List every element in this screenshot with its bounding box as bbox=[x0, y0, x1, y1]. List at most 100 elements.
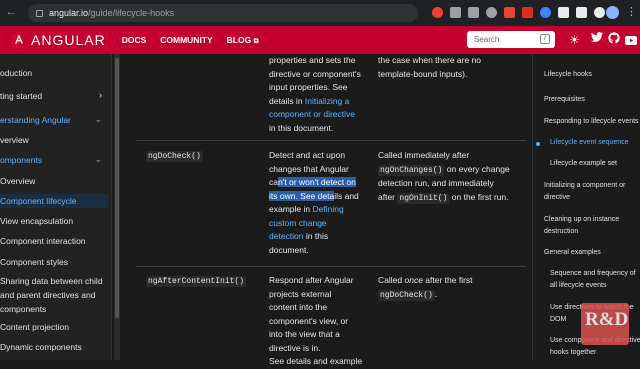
sidebar-item[interactable]: oduction bbox=[0, 68, 108, 78]
chevron-down-icon[interactable]: ⌄ bbox=[94, 114, 102, 125]
timing-text: Called bbox=[378, 275, 403, 285]
purpose-line: directive or component's bbox=[269, 68, 361, 79]
toc-item[interactable]: Prerequisites bbox=[544, 94, 640, 106]
nav-docs[interactable]: DOCS bbox=[122, 35, 147, 46]
toc-item[interactable]: Initializing a component or bbox=[544, 180, 640, 192]
nav-blog[interactable]: BLOG ⧉ bbox=[227, 35, 259, 46]
extension-icon[interactable] bbox=[540, 7, 551, 18]
extension-icon[interactable] bbox=[468, 7, 479, 18]
timing-text: on every change bbox=[446, 163, 510, 174]
extension-icon[interactable] bbox=[522, 7, 533, 18]
purpose-line: into the view that a bbox=[269, 329, 340, 339]
sidebar-item[interactable]: Sharing data between child bbox=[0, 276, 108, 286]
row2-purpose-cell: Respond after Angular projects external co… bbox=[269, 274, 381, 369]
github-icon[interactable] bbox=[608, 32, 620, 47]
scrollbar-thumb[interactable] bbox=[115, 58, 119, 318]
toc-item[interactable]: destruction bbox=[544, 226, 640, 238]
timing-text: after the first bbox=[425, 275, 473, 285]
youtube-icon[interactable] bbox=[625, 34, 637, 48]
purpose-line: component's view, or bbox=[269, 315, 349, 326]
timing-line: the case when there are no bbox=[378, 55, 482, 65]
purpose-text: in this bbox=[305, 231, 329, 241]
sidebar-item[interactable]: ting started › bbox=[0, 90, 108, 101]
extension-icon[interactable] bbox=[594, 7, 605, 18]
code-ngoninit: ngOnInit() bbox=[397, 192, 450, 204]
sidebar-item[interactable]: erstanding Angular ⌄ bbox=[0, 114, 108, 125]
sidebar-item[interactable]: components bbox=[0, 304, 108, 314]
menu-kebab-icon[interactable]: ⋮ bbox=[626, 5, 637, 18]
sidebar-item[interactable]: and parent directives and bbox=[0, 290, 108, 300]
table-row-divider bbox=[136, 140, 526, 141]
side-nav: oduction ting started › erstanding Angular ⌄… bbox=[0, 54, 112, 360]
initializing-link[interactable]: component or directive bbox=[269, 108, 379, 122]
lock-icon bbox=[36, 9, 43, 17]
hook-name-cell: ngAfterContentInit() bbox=[146, 274, 247, 289]
sidebar-item[interactable]: Component styles bbox=[0, 257, 108, 267]
sidebar-item-label: Content projection bbox=[0, 322, 69, 332]
content-area: properties and sets the directive or comp… bbox=[120, 54, 530, 366]
sidebar-item[interactable]: Component interaction bbox=[0, 236, 108, 246]
sidebar-item[interactable]: View encapsulation bbox=[0, 216, 108, 226]
timing-text: on the first run. bbox=[451, 191, 509, 202]
profile-avatar[interactable] bbox=[606, 6, 619, 19]
toc-item[interactable]: Sequence and frequency of bbox=[550, 268, 640, 280]
sidebar-item[interactable]: verview bbox=[0, 135, 108, 145]
extension-icon[interactable] bbox=[504, 7, 515, 18]
top-nav: DOCS COMMUNITY BLOG ⧉ bbox=[122, 35, 259, 46]
sidebar-item[interactable]: Overview bbox=[0, 176, 108, 186]
toc-item[interactable]: Lifecycle example set bbox=[550, 158, 640, 170]
extension-icon[interactable] bbox=[486, 7, 497, 18]
defining-custom-change-detection-link[interactable]: detection bbox=[269, 231, 304, 241]
toc-item[interactable]: all lifecycle events bbox=[550, 280, 640, 292]
search-input[interactable]: Search / bbox=[467, 31, 555, 48]
sidebar-item-label: Sharing data between child bbox=[0, 276, 103, 286]
timing-emphasis: once bbox=[404, 275, 423, 285]
purpose-line: projects external bbox=[269, 288, 332, 299]
extensions-bar bbox=[432, 7, 605, 18]
twitter-icon[interactable] bbox=[591, 32, 603, 46]
toc-item[interactable]: hooks together bbox=[550, 347, 640, 359]
brand-name[interactable]: ANGULAR bbox=[31, 32, 106, 48]
sidebar-item[interactable]: Component lifecycle bbox=[0, 194, 108, 208]
toc-item[interactable]: Responding to lifecycle events bbox=[544, 116, 640, 128]
extension-icon[interactable] bbox=[576, 7, 587, 18]
toc-item[interactable]: Cleaning up on instance bbox=[544, 214, 640, 226]
nav-community[interactable]: COMMUNITY bbox=[160, 35, 212, 46]
selected-text[interactable]: its own. See deta bbox=[269, 190, 335, 201]
chevron-right-icon[interactable]: › bbox=[99, 90, 102, 100]
chevron-down-icon[interactable]: ⌄ bbox=[94, 154, 102, 165]
extension-icon[interactable] bbox=[450, 7, 461, 18]
extension-icon[interactable] bbox=[432, 7, 443, 18]
initializing-link[interactable]: Initializing a bbox=[305, 96, 349, 106]
address-bar[interactable]: angular.io /guide/lifecycle-hooks bbox=[28, 4, 418, 22]
sidebar-item[interactable]: Dynamic components bbox=[0, 342, 108, 352]
back-arrow-icon[interactable]: ← bbox=[4, 6, 18, 18]
toc-item[interactable]: directive bbox=[544, 192, 640, 204]
search-shortcut-key: / bbox=[540, 34, 550, 44]
row0-timing-cell: the case when there are no template-bound… bbox=[378, 54, 518, 81]
hook-ngdocheck: ngDoCheck() bbox=[146, 151, 203, 162]
theme-toggle-icon[interactable]: ☀ bbox=[569, 33, 580, 47]
toc-item[interactable]: General examples bbox=[544, 247, 640, 259]
sidebar-item-label: Dynamic components bbox=[0, 342, 82, 352]
angular-logo-icon[interactable] bbox=[12, 32, 26, 48]
site-header: ANGULAR DOCS COMMUNITY BLOG ⧉ Search / ☀ bbox=[0, 26, 640, 54]
selected-text[interactable]: n't or won't detect on bbox=[277, 177, 356, 187]
purpose-text: ils and bbox=[334, 190, 359, 201]
extension-icon[interactable] bbox=[558, 7, 569, 18]
timing-text: after bbox=[378, 191, 396, 202]
sidebar-item-label: erstanding Angular bbox=[0, 115, 71, 125]
purpose-line: detection in this bbox=[269, 230, 381, 244]
watermark-text: R&D bbox=[585, 309, 629, 330]
toc-item[interactable]: Lifecycle event sequence bbox=[550, 137, 640, 149]
code-ngdocheck: ngDoCheck() bbox=[378, 289, 435, 301]
timing-line: detection run, and immediately bbox=[378, 178, 494, 188]
sidebar-item-label: ting started bbox=[0, 91, 43, 101]
toc-item[interactable]: Lifecycle hooks bbox=[544, 69, 640, 81]
watermark-logo: R&D bbox=[581, 303, 629, 345]
defining-custom-change-detection-link[interactable]: Defining bbox=[312, 204, 343, 214]
defining-custom-change-detection-link[interactable]: custom change bbox=[269, 217, 381, 231]
sidebar-item[interactable]: Content projection bbox=[0, 322, 108, 332]
sidebar-item-label: Overview bbox=[0, 176, 36, 186]
sidebar-item[interactable]: omponents ⌄ bbox=[0, 154, 108, 165]
